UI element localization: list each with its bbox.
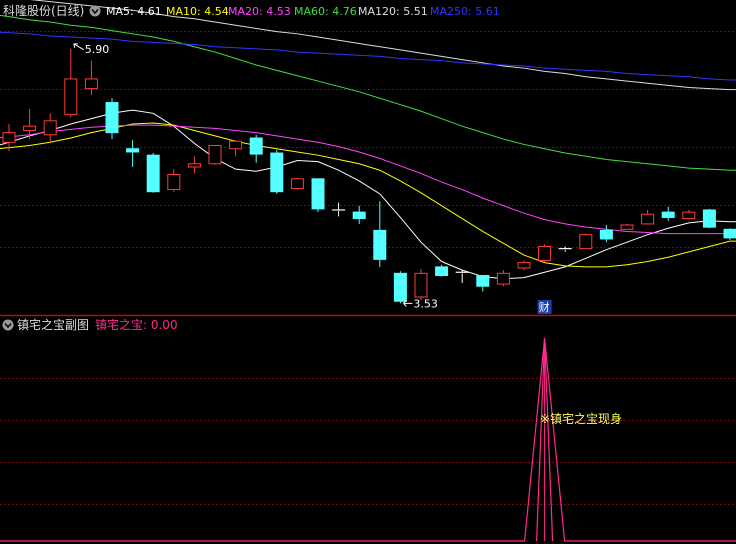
candle-body [661,211,675,218]
candle [476,274,490,292]
ma-line-ma20 [0,124,736,235]
ma-legend-item: MA60: 4.76 [294,5,357,18]
main-collapse-icon[interactable] [89,5,101,17]
sub-collapse-icon[interactable] [2,319,14,331]
candle [270,149,284,194]
ma-legend-item: MA120: 5.51 [358,5,428,18]
candle [579,233,593,250]
sub-indicator-value: 镇宅之宝: 0.00 [95,317,178,332]
candle [146,153,160,193]
ma-line-ma10 [0,122,736,268]
ma-legend-item: MA250: 5.61 [430,5,500,18]
candle-body [187,163,201,168]
kline-chart: 5.90 3.53 财 ※镇宅之宝现身 科隆股份(日线) MA5: 4.61 MA… [0,0,736,542]
candle [208,145,222,165]
candle-body [352,211,366,220]
candle-body [2,132,16,143]
candle-body [538,245,552,261]
candle-body [579,234,593,250]
candle-body [270,152,284,193]
sub-title: 镇宅之宝副图 [17,317,89,332]
candle [661,206,675,221]
ma-legend-item: MA10: 4.54 [166,5,229,18]
candle [414,269,428,301]
candle-body [249,137,263,155]
ma-line-ma250 [0,31,736,81]
candle [332,202,346,217]
candle-body [290,178,304,189]
candle-body [414,272,428,298]
candle-body [23,125,37,131]
ma-legend: MA5: 4.61 MA10: 4.54 MA20: 4.53 MA60: 4.76 M… [106,5,500,18]
candle [538,244,552,263]
ma-legend-item: MA5: 4.61 [106,5,162,18]
candle-body [373,229,387,260]
candle [105,98,119,140]
moving-average-lines [0,0,736,280]
candle [167,169,181,192]
stock-title: 科隆股份(日线) [3,3,84,18]
candle-body [599,229,613,240]
candle-body [723,228,736,239]
ma-line-ma60 [0,14,736,171]
candle [723,228,736,241]
candle [126,140,140,167]
candle [682,209,696,220]
candle-body [146,154,160,193]
candle-body [641,213,655,225]
sub-indicator-line [0,337,736,542]
candle-body [393,272,407,302]
candle-body [682,211,696,220]
candle [352,205,366,224]
ma-line-ma5 [0,109,736,280]
candle-body [517,262,531,269]
candle-body [311,178,325,210]
sub-indicator-lines [0,337,736,542]
candle [373,201,387,267]
candle [455,270,469,283]
candle [64,48,78,118]
high-price-arrow [73,43,85,51]
high-price-label: 5.90 [85,43,110,56]
candle [620,223,634,230]
candle-body [496,272,510,285]
ma-legend-item: MA20: 4.53 [228,5,291,18]
candle [641,209,655,225]
candle-body [84,78,98,90]
main-header: 科隆股份(日线) MA5: 4.61 MA10: 4.54 MA20: 4.53 MA… [3,3,500,18]
candle [496,270,510,287]
candle [435,264,449,277]
candle [229,140,243,157]
candle-body [64,78,78,115]
candle-body [702,209,716,228]
candle-body [126,148,140,153]
candle-body [435,266,449,276]
sub-header: 镇宅之宝副图 镇宅之宝: 0.00 [2,317,178,332]
candle [84,60,98,96]
sub-annotation: ※镇宅之宝现身 [540,411,622,426]
candle-body [167,174,181,191]
candle [599,225,613,243]
financial-event-marker[interactable]: 财 [539,300,550,314]
candle-body [476,274,490,287]
candle [290,177,304,190]
candle [43,113,57,142]
candle-body [620,224,634,230]
candle [187,156,201,174]
candle [311,178,325,213]
candle [702,208,716,229]
candle [517,260,531,271]
low-price-label: 3.53 [413,297,438,310]
candle-body [105,102,119,134]
candle-body [229,140,243,150]
candle [249,134,263,163]
candle-body [43,120,57,136]
candle [393,271,407,304]
candle-body [208,145,222,165]
